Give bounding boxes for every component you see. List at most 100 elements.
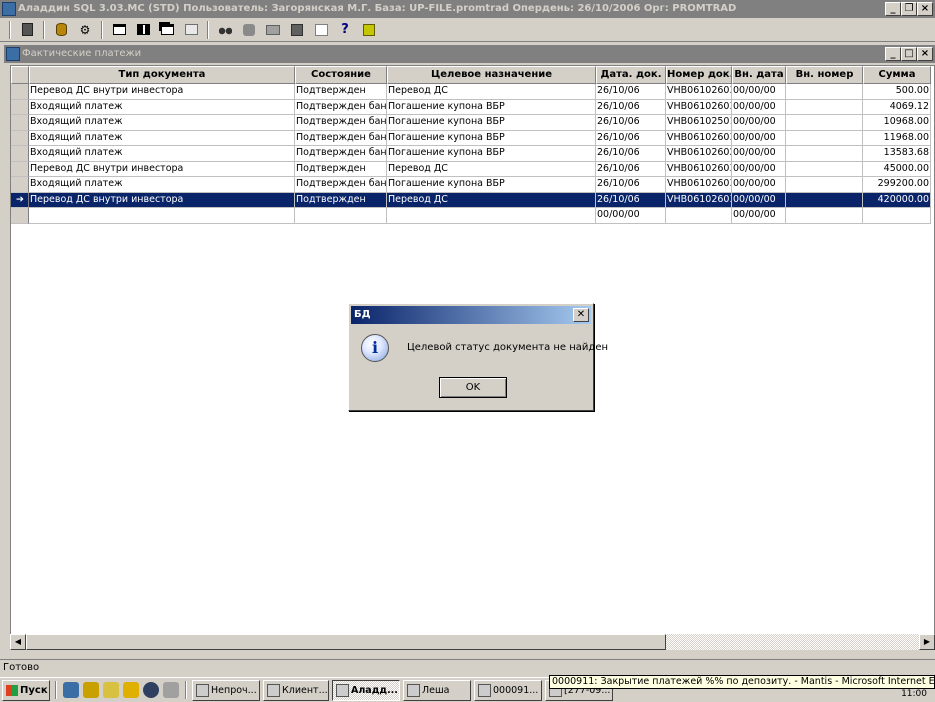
table-cell-type[interactable]: Входящий платеж (29, 115, 295, 131)
column-header[interactable]: Вн. дата (732, 66, 786, 84)
table-cell-date[interactable]: 00/00/00 (596, 208, 666, 224)
exit-icon[interactable] (358, 20, 380, 40)
desktop-icon[interactable] (163, 682, 179, 698)
table-cell-type[interactable]: Входящий платеж (29, 99, 295, 115)
book-icon[interactable] (16, 20, 38, 40)
stamp-icon[interactable] (238, 20, 260, 40)
start-button[interactable]: Пуск (2, 679, 50, 701)
table-cell-state[interactable]: Подтвержден банком (295, 177, 387, 193)
dialog-title[interactable]: БД ✕ (351, 306, 591, 324)
table-cell-state[interactable]: Подтвержден банком (295, 99, 387, 115)
table-cell-purpose[interactable] (387, 208, 596, 224)
table-row[interactable]: Входящий платежПодтвержден банкомПогашен… (11, 177, 931, 193)
column-header[interactable]: Сумма (863, 66, 931, 84)
clock[interactable]: 11:00 (901, 689, 927, 699)
table-cell-type[interactable]: Перевод ДС внутри инвестора (29, 192, 295, 208)
app-title-bar[interactable]: Аладдин SQL 3.03.MC (STD) Пользователь: … (0, 0, 935, 18)
table-cell-num[interactable]: VHB061026030 (666, 84, 732, 100)
calendar-icon[interactable] (310, 20, 332, 40)
child-maximize-button[interactable]: □ (901, 47, 917, 61)
ok-button[interactable]: OK (439, 377, 507, 398)
tile-icon[interactable] (132, 20, 154, 40)
table-cell-purpose[interactable]: Погашение купона ВБР (387, 99, 596, 115)
column-header[interactable]: Вн. номер (786, 66, 863, 84)
column-header[interactable]: Тип документа (29, 66, 295, 84)
table-cell-date[interactable]: 26/10/06 (596, 146, 666, 162)
payments-window-title-bar[interactable]: Фактические платежи _ □ × (4, 45, 935, 63)
table-cell-purpose[interactable]: Перевод ДС (387, 161, 596, 177)
row-indicator[interactable] (11, 146, 29, 162)
table-cell-sum[interactable]: 299200.00 (863, 177, 931, 193)
table-cell-num[interactable]: VHB061026030 (666, 161, 732, 177)
cascade-icon[interactable] (156, 20, 178, 40)
table-cell-ext-num[interactable] (786, 161, 863, 177)
row-indicator[interactable] (11, 161, 29, 177)
table-cell-type[interactable]: Входящий платеж (29, 130, 295, 146)
table-cell-ext-num[interactable] (786, 99, 863, 115)
table-cell-ext-num[interactable] (786, 84, 863, 100)
table-cell-ext-date[interactable]: 00/00/00 (732, 115, 786, 131)
database-icon[interactable] (50, 20, 72, 40)
table-cell-date[interactable]: 26/10/06 (596, 84, 666, 100)
close-button[interactable]: × (917, 2, 933, 16)
column-header[interactable]: Состояние (295, 66, 387, 84)
table-cell-state[interactable]: Подтвержден банком (295, 115, 387, 131)
table-cell-ext-num[interactable] (786, 130, 863, 146)
binoculars-icon[interactable] (214, 20, 236, 40)
table-cell-type[interactable]: Входящий платеж (29, 177, 295, 193)
table-cell-type[interactable] (29, 208, 295, 224)
table-cell-state[interactable]: Подтвержден (295, 161, 387, 177)
table-cell-ext-date[interactable]: 00/00/00 (732, 208, 786, 224)
minimize-button[interactable]: _ (885, 2, 901, 16)
table-row[interactable]: Входящий платежПодтвержден банкомПогашен… (11, 146, 931, 162)
table-cell-type[interactable]: Входящий платеж (29, 146, 295, 162)
table-cell-ext-date[interactable]: 00/00/00 (732, 177, 786, 193)
table-cell-sum[interactable]: 500.00 (863, 84, 931, 100)
row-indicator[interactable] (11, 177, 29, 193)
table-row[interactable]: ➔ Перевод ДС внутри инвестора Подтвержден П… (11, 192, 931, 208)
clock-quicklaunch-icon[interactable] (123, 682, 139, 698)
table-cell-sum[interactable]: 10968.00 (863, 115, 931, 131)
table-cell-ext-date[interactable]: 00/00/00 (732, 84, 786, 100)
save-icon[interactable] (286, 20, 308, 40)
table-row[interactable]: Входящий платежПодтвержден банкомПогашен… (11, 99, 931, 115)
window-icon[interactable] (6, 47, 20, 61)
table-cell-purpose[interactable]: Перевод ДС (387, 192, 596, 208)
table-row[interactable]: 00/00/00 00/00/00 (11, 208, 931, 224)
taskbar-task-button[interactable]: Клиент... (263, 679, 329, 701)
table-cell-ext-date[interactable]: 00/00/00 (732, 146, 786, 162)
table-cell-purpose[interactable]: Погашение купона ВБР (387, 146, 596, 162)
horizontal-scrollbar[interactable]: ◀ ▶ (10, 634, 935, 650)
scroll-thumb[interactable] (26, 634, 666, 650)
table-cell-num[interactable] (666, 208, 732, 224)
app-icon[interactable] (2, 2, 16, 16)
table-cell-sum[interactable] (863, 208, 931, 224)
table-cell-sum[interactable]: 45000.00 (863, 161, 931, 177)
table-cell-ext-num[interactable] (786, 208, 863, 224)
table-cell-num[interactable]: VHB061026030 (666, 130, 732, 146)
table-cell-date[interactable]: 26/10/06 (596, 99, 666, 115)
explorer-icon[interactable] (103, 682, 119, 698)
table-row[interactable]: Перевод ДС внутри инвестора Подтвержден Пе… (11, 161, 931, 177)
row-indicator[interactable] (11, 130, 29, 146)
column-header[interactable]: Целевое назначение (387, 66, 596, 84)
table-cell-purpose[interactable]: Погашение купона ВБР (387, 177, 596, 193)
window-icon[interactable] (108, 20, 130, 40)
table-row[interactable]: Перевод ДС внутри инвестора Подтвержден Пе… (11, 84, 931, 100)
table-cell-date[interactable]: 26/10/06 (596, 115, 666, 131)
table-cell-ext-num[interactable] (786, 146, 863, 162)
table-cell-ext-num[interactable] (786, 192, 863, 208)
table-cell-purpose[interactable]: Погашение купона ВБР (387, 115, 596, 131)
child-minimize-button[interactable]: _ (885, 47, 901, 61)
media-player-icon[interactable] (143, 682, 159, 698)
taskbar-task-button[interactable]: Непроч... (192, 679, 260, 701)
table-cell-sum[interactable]: 420000.00 (863, 192, 931, 208)
print-icon[interactable] (262, 20, 284, 40)
table-row[interactable]: Входящий платежПодтвержден банкомПогашен… (11, 130, 931, 146)
table-cell-state[interactable]: Подтвержден (295, 192, 387, 208)
ie-icon[interactable] (63, 682, 79, 698)
table-cell-sum[interactable]: 11968.00 (863, 130, 931, 146)
tools-icon[interactable]: ⚙ (74, 20, 96, 40)
taskbar-task-button[interactable]: Леша (403, 679, 471, 701)
table-cell-purpose[interactable]: Погашение купона ВБР (387, 130, 596, 146)
